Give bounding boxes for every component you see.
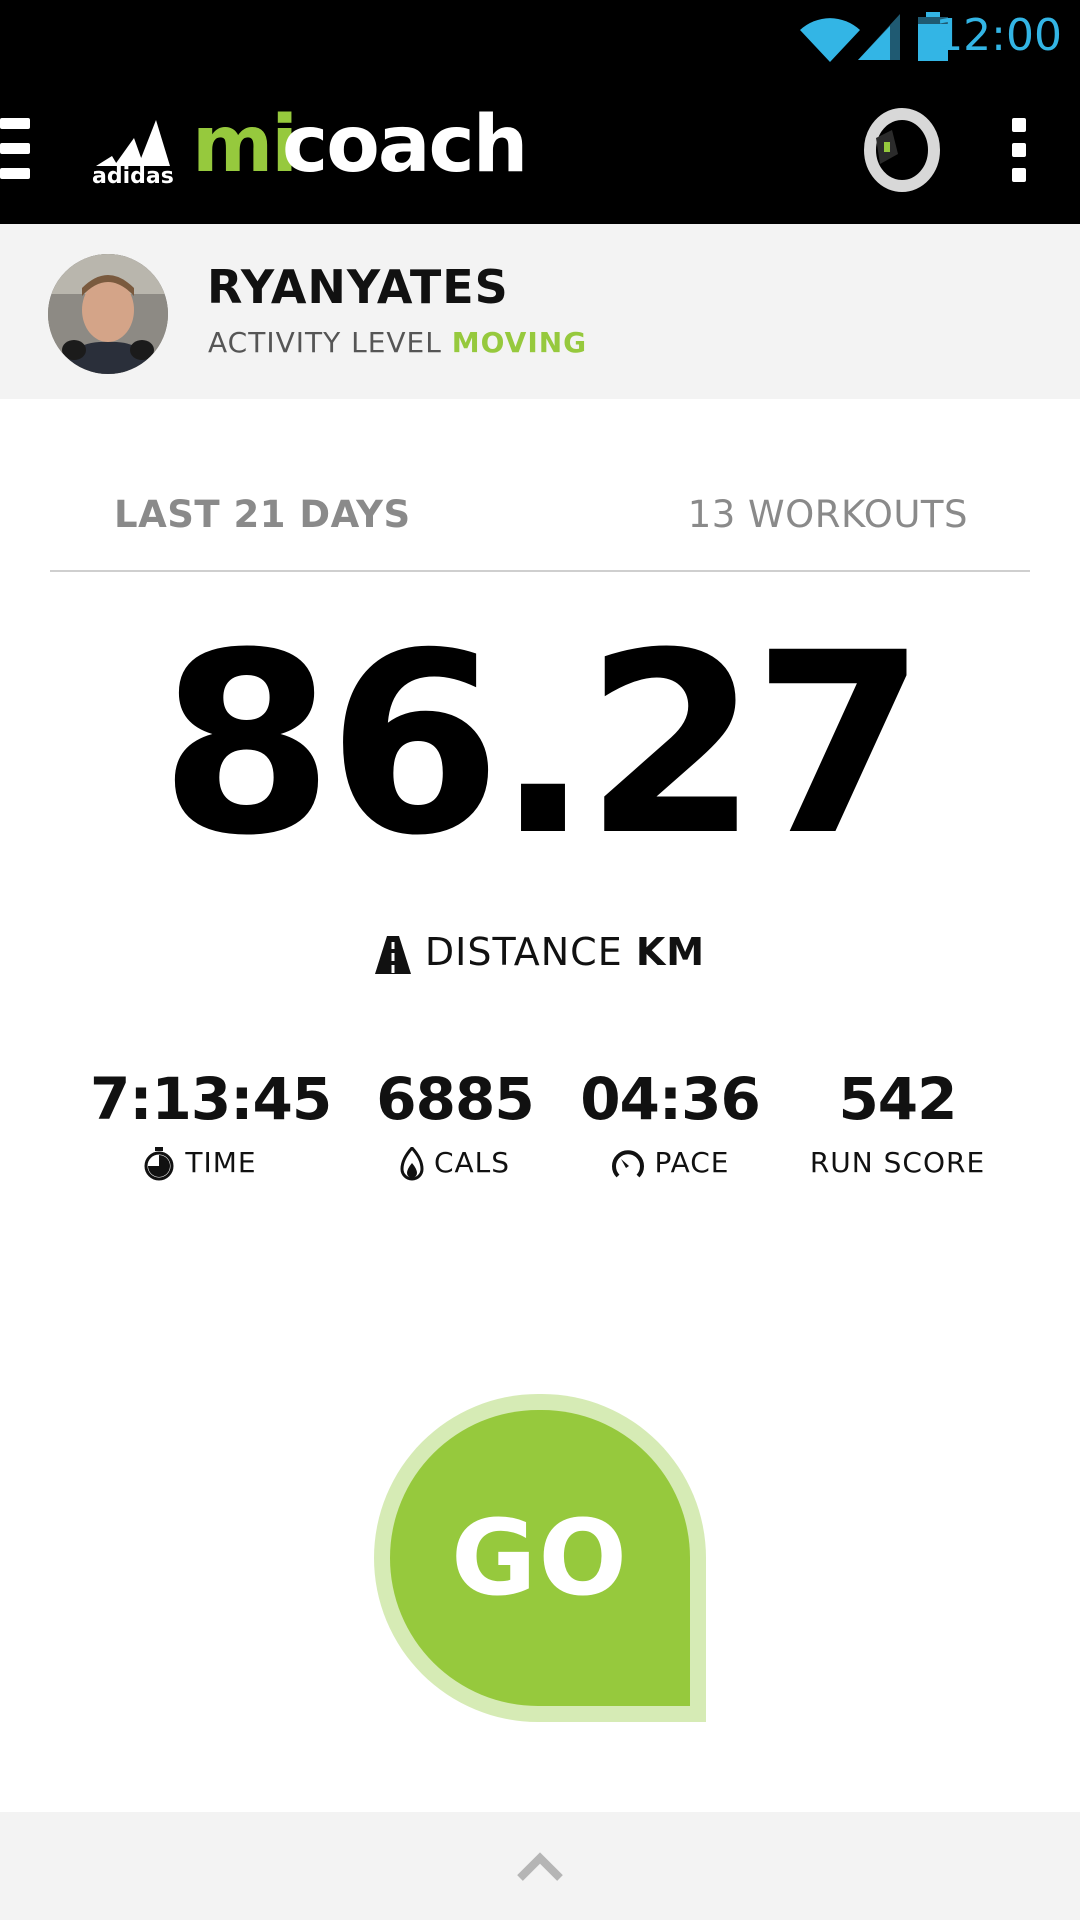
distance-value: 86.27 <box>159 599 927 890</box>
activity-level-value: MOVING <box>451 326 588 359</box>
stat-calories[interactable]: 6885 CALS <box>355 1070 555 1181</box>
stat-value: 04:36 <box>580 1065 761 1133</box>
stat-value: 7:13:45 <box>90 1065 332 1133</box>
user-name: RYANYATES <box>207 260 509 314</box>
stat-value: 542 <box>838 1065 957 1133</box>
chevron-up-icon[interactable] <box>516 1852 564 1882</box>
wifi-icon <box>800 18 860 62</box>
fit-smart-band-icon[interactable] <box>862 108 940 192</box>
brand-mi: mi <box>192 100 298 190</box>
activity-level: ACTIVITY LEVEL MOVING <box>208 326 587 359</box>
bottom-drawer-bar[interactable] <box>0 1812 1080 1920</box>
stopwatch-icon <box>144 1147 174 1181</box>
stat-value: 6885 <box>376 1065 534 1133</box>
activity-level-prefix: ACTIVITY LEVEL <box>208 326 442 359</box>
adidas-logo-icon: adidas <box>90 118 176 189</box>
flame-icon <box>400 1145 424 1181</box>
road-icon <box>374 935 411 974</box>
stat-pace[interactable]: 04:36 PACE <box>575 1070 765 1179</box>
stat-time[interactable]: 7:13:45 TIME <box>90 1065 332 1181</box>
stat-label: PACE <box>654 1146 730 1179</box>
go-button-label: GO <box>451 1497 629 1619</box>
stat-label: RUN SCORE <box>809 1146 986 1179</box>
overflow-menu-icon[interactable] <box>1012 118 1028 182</box>
divider <box>50 570 1030 572</box>
avatar[interactable] <box>48 254 168 374</box>
status-clock: 12:00 <box>935 10 1062 61</box>
go-button[interactable]: GO <box>374 1394 706 1722</box>
workouts-count[interactable]: 13 WORKOUTS <box>688 493 968 536</box>
pace-gauge-icon <box>611 1150 644 1178</box>
app-bar: adidas mi coach <box>0 78 1080 224</box>
stat-label: CALS <box>433 1146 511 1179</box>
period-label[interactable]: LAST 21 DAYS <box>114 493 411 536</box>
cell-signal-icon <box>858 14 900 60</box>
stat-run-score[interactable]: 542 RUN SCORE <box>790 1070 1005 1179</box>
brand-coach: coach <box>282 100 528 190</box>
adidas-wordmark: adidas <box>92 164 174 189</box>
distance-label-text: DISTANCE <box>424 930 623 974</box>
menu-icon[interactable] <box>0 118 30 180</box>
distance-unit: KM <box>635 930 706 974</box>
distance-label: DISTANCE KM <box>0 930 1080 974</box>
profile-header[interactable]: RYANYATES ACTIVITY LEVEL MOVING <box>0 224 1080 399</box>
status-bar: 12:00 <box>0 0 1080 78</box>
stat-label: TIME <box>185 1146 257 1179</box>
